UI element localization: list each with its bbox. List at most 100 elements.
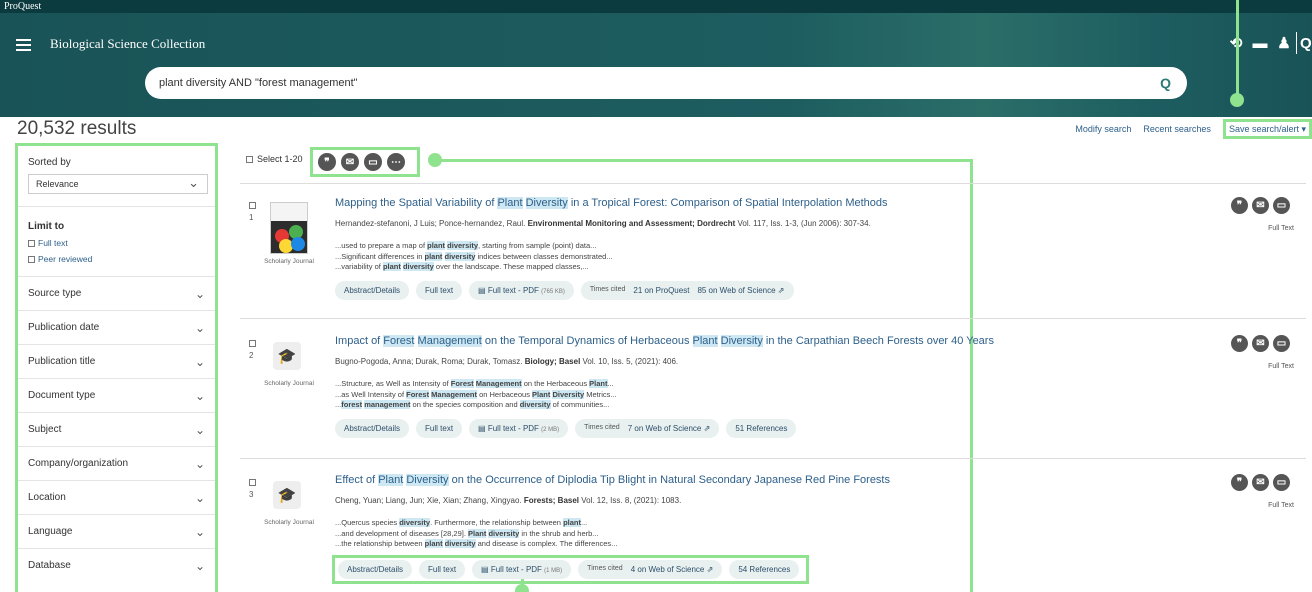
journal-cover-thumbnail[interactable] xyxy=(270,202,308,254)
text-segment: in the shrub and herb... xyxy=(519,528,599,538)
highlighted-term: diversity xyxy=(402,262,434,271)
full-text-link[interactable]: Full text xyxy=(416,281,463,300)
result-item: 1 Scholarly Journal Mapping the Spatial Va… xyxy=(240,190,1306,310)
highlighted-term: diversity xyxy=(444,539,476,548)
collection-title[interactable]: Biological Science Collection xyxy=(50,36,205,52)
text-segment: Mapping the Spatial Variability of xyxy=(335,197,498,209)
result-title[interactable]: Impact of Forest Management on the Tempo… xyxy=(335,335,994,347)
result-snippet: ...Quercus species diversity. Furthermor… xyxy=(335,518,587,529)
divider xyxy=(240,458,1306,459)
email-icon[interactable]: ✉ xyxy=(1252,197,1269,214)
facet-label: Publication title xyxy=(28,356,96,367)
email-icon[interactable]: ✉ xyxy=(1252,335,1269,352)
text-segment: ...variability of xyxy=(335,262,383,271)
facet-publication-title[interactable]: Publication title ⌄ xyxy=(18,344,215,378)
email-icon[interactable]: ✉ xyxy=(341,153,359,171)
full-text-link[interactable]: Full text xyxy=(416,419,463,438)
cover-image xyxy=(271,221,307,253)
highlighted-term: plant xyxy=(424,539,443,548)
result-checkbox[interactable] xyxy=(249,202,256,209)
highlighted-term: Forest xyxy=(406,389,430,399)
abstract-details-link[interactable]: Abstract/Details xyxy=(338,560,413,579)
result-citation: Cheng, Yuan; Liang, Jun; Xie, Xian; Zhan… xyxy=(335,496,681,505)
abstract-details-link[interactable]: Abstract/Details xyxy=(335,281,410,300)
menu-icon[interactable] xyxy=(16,39,31,51)
times-cited-value[interactable]: 7 on Web of Science ⇗ xyxy=(628,424,711,433)
save-icon[interactable]: ▭ xyxy=(1273,335,1290,352)
full-text-link[interactable]: Full text xyxy=(419,560,466,579)
sort-select[interactable]: Relevance ⌄ xyxy=(28,174,208,194)
abstract-details-link[interactable]: Abstract/Details xyxy=(335,419,410,438)
text-segment: ...as Well Intensity of xyxy=(335,389,407,399)
result-checkbox[interactable] xyxy=(249,479,256,486)
full-text-checkbox[interactable]: Full text xyxy=(18,238,215,248)
result-checkbox[interactable] xyxy=(249,340,256,347)
full-text-pdf-link[interactable]: ▤ Full text - PDF (2 MB) xyxy=(469,419,569,438)
times-cited-value[interactable]: 21 on ProQuest xyxy=(633,286,689,295)
facet-subject[interactable]: Subject ⌄ xyxy=(18,412,215,446)
facet-location[interactable]: Location ⌄ xyxy=(18,480,215,514)
full-text-label: Full Text xyxy=(1268,225,1294,232)
modify-search-link[interactable]: Modify search xyxy=(1075,124,1131,139)
text-segment: ...the relationship between xyxy=(335,539,425,548)
user-icon[interactable]: ♟ xyxy=(1272,32,1296,54)
result-details: Vol. 12, Iss. 8, (2021): 1083. xyxy=(579,496,682,505)
full-text-pdf-link[interactable]: ▤ Full text - PDF (1 MB) xyxy=(472,560,572,579)
facet-database[interactable]: Database ⌄ xyxy=(18,548,215,582)
facet-language[interactable]: Language ⌄ xyxy=(18,514,215,548)
full-text-pdf-link[interactable]: ▤ Full text - PDF (765 KB) xyxy=(469,281,574,300)
select-all[interactable]: Select 1-20 xyxy=(246,154,303,164)
times-cited-value[interactable]: 4 on Web of Science ⇗ xyxy=(631,565,714,574)
result-source: Forests; Basel xyxy=(523,496,580,505)
highlighted-term: diversity xyxy=(447,241,479,250)
facet-document-type[interactable]: Document type ⌄ xyxy=(18,378,215,412)
annotation-dot xyxy=(428,153,442,167)
folder-icon[interactable]: ▬ xyxy=(1248,32,1272,54)
text-segment: of communities... xyxy=(550,400,610,409)
cite-icon[interactable]: ❞ xyxy=(1231,197,1248,214)
recent-searches-link[interactable]: Recent searches xyxy=(1143,124,1211,139)
checkbox[interactable] xyxy=(28,239,35,247)
text-segment: ... xyxy=(607,379,614,388)
search-icon[interactable]: Q xyxy=(1296,32,1312,54)
save-icon[interactable]: ▭ xyxy=(1273,197,1290,214)
times-cited-value[interactable]: 85 on Web of Science ⇗ xyxy=(697,286,784,295)
facet-source-type[interactable]: Source type ⌄ xyxy=(18,276,215,310)
facet-publication-date[interactable]: Publication date ⌄ xyxy=(18,310,215,344)
result-number: 1 xyxy=(249,213,254,222)
header: Biological Science Collection ⟲ ▬ ♟ Q pl… xyxy=(0,13,1312,117)
save-search-alert-link[interactable]: Save search/alert ▾ xyxy=(1222,119,1312,139)
facet-list: Source type ⌄ Publication date ⌄ Publication… xyxy=(18,276,215,582)
facet-company-organization[interactable]: Company/organization ⌄ xyxy=(18,446,215,480)
text-segment: on Herbaceous xyxy=(477,389,533,399)
select-all-checkbox[interactable] xyxy=(246,155,253,163)
save-icon[interactable]: ▭ xyxy=(364,153,382,171)
highlighted-term: Management xyxy=(475,379,522,388)
cite-icon[interactable]: ❞ xyxy=(1231,335,1248,352)
divider xyxy=(240,318,1306,319)
references-link[interactable]: 51 References xyxy=(726,419,797,438)
cite-icon[interactable]: ❞ xyxy=(1231,474,1248,491)
search-submit-icon[interactable]: Q xyxy=(1160,67,1171,99)
result-authors: Bugno-Pogoda, Anna; Durak, Roma; Durak, … xyxy=(335,357,525,366)
references-link[interactable]: 54 References xyxy=(729,560,800,579)
cite-icon[interactable]: ❞ xyxy=(318,153,336,171)
filter-sidebar: Sorted by Relevance ⌄ Limit to Full text… xyxy=(15,143,218,592)
highlighted-term: Diversity xyxy=(720,335,763,347)
highlighted-term: Plant xyxy=(497,197,523,209)
chevron-down-icon: ⌄ xyxy=(194,558,205,573)
search-input[interactable]: plant diversity AND "forest management" … xyxy=(145,67,1187,99)
chevron-down-icon: ⌄ xyxy=(194,388,205,403)
email-icon[interactable]: ✉ xyxy=(1252,474,1269,491)
result-snippet: ...used to prepare a map of plant divers… xyxy=(335,241,596,252)
pdf-label: Full text - PDF xyxy=(490,565,545,574)
checkbox[interactable] xyxy=(28,255,35,263)
result-title[interactable]: Mapping the Spatial Variability of Plant… xyxy=(335,197,888,209)
result-title[interactable]: Effect of Plant Diversity on the Occurre… xyxy=(335,474,890,486)
save-icon[interactable]: ▭ xyxy=(1273,474,1290,491)
pdf-icon: ▤ xyxy=(481,565,491,574)
peer-reviewed-checkbox[interactable]: Peer reviewed xyxy=(18,254,215,264)
highlighted-term: Plant xyxy=(692,335,718,347)
more-icon[interactable]: ⋯ xyxy=(387,153,405,171)
highlighted-term: management xyxy=(364,400,411,409)
